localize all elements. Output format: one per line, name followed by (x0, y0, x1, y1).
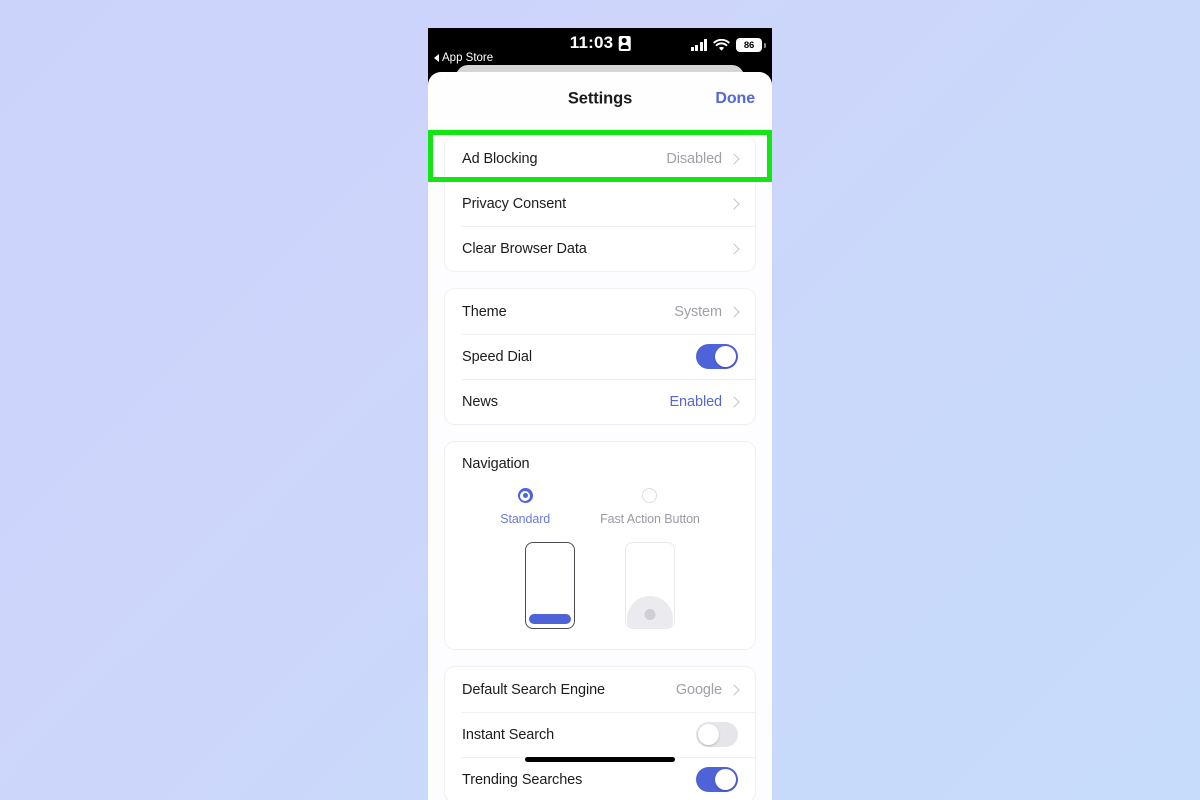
chevron-right-icon (728, 395, 740, 408)
nav-option-standard[interactable]: Standard (500, 488, 550, 526)
nav-option-label: Standard (500, 512, 551, 526)
chevron-right-icon (728, 305, 740, 318)
nav-option-fast-action-button[interactable]: Fast Action Button (600, 488, 700, 526)
row-accessory (696, 767, 738, 792)
instant-search-toggle[interactable] (696, 722, 738, 747)
row-news[interactable]: News Enabled (445, 379, 755, 424)
status-bar-time: 11:03 (569, 33, 614, 52)
row-label: Privacy Consent (462, 195, 567, 212)
row-instant-search[interactable]: Instant Search (445, 712, 755, 757)
radio-unselected-icon[interactable] (642, 488, 658, 503)
cellular-signal-icon (690, 39, 707, 51)
row-privacy-consent[interactable]: Privacy Consent (445, 181, 755, 226)
trending-searches-toggle[interactable] (696, 767, 738, 792)
row-accessory: System (674, 303, 740, 320)
row-value: System (674, 303, 722, 320)
chevron-right-icon (728, 152, 740, 165)
row-speed-dial[interactable]: Speed Dial (445, 334, 755, 379)
row-accessory: Google (675, 681, 740, 698)
preview-fast-action-button[interactable] (625, 542, 675, 629)
sheet-header: Settings Done (428, 72, 772, 125)
row-accessory (696, 722, 738, 747)
back-to-app-store-link[interactable]: App Store (434, 52, 493, 64)
privacy-settings-card: Ad Blocking Disabled Privacy Consent Cle… (444, 135, 756, 272)
navigation-card: Navigation Standard Fast Action Button (444, 441, 756, 650)
row-value: Enabled (669, 393, 722, 410)
battery-level-label: 86 (743, 39, 755, 51)
chevron-right-icon (728, 242, 740, 255)
status-bar-time-group: 11:03 (570, 33, 631, 53)
nav-option-label: Fast Action Button (600, 512, 700, 526)
row-label: Default Search Engine (462, 681, 605, 698)
row-label: Instant Search (462, 726, 555, 743)
row-accessory (728, 242, 740, 255)
row-accessory: Enabled (669, 393, 740, 410)
toggle-knob (698, 724, 719, 745)
row-label: Theme (462, 303, 507, 320)
row-label: Clear Browser Data (462, 240, 587, 257)
appearance-settings-card: Theme System Speed Dial News Enabled (444, 288, 756, 425)
row-label: Speed Dial (462, 348, 532, 365)
settings-scroll-area[interactable]: Ad Blocking Disabled Privacy Consent Cle… (428, 125, 772, 800)
row-clear-browser-data[interactable]: Clear Browser Data (445, 226, 755, 271)
row-value: Google (675, 681, 722, 698)
row-trending-searches[interactable]: Trending Searches (445, 757, 755, 800)
back-triangle-icon (434, 54, 439, 62)
speed-dial-toggle[interactable] (696, 344, 738, 369)
search-settings-card: Default Search Engine Google Instant Sea… (444, 666, 756, 800)
phone-frame: 11:03 App Store 86 Settings Done Ad Bloc… (428, 28, 772, 800)
toggle-knob (715, 769, 736, 790)
record-indicator-icon (618, 35, 631, 51)
navigation-previews (445, 542, 755, 629)
settings-sheet: Settings Done Ad Blocking Disabled Priva… (428, 72, 772, 800)
navigation-options: Standard Fast Action Button (445, 488, 755, 526)
row-value: Disabled (666, 150, 722, 167)
page-title: Settings (567, 89, 633, 107)
wifi-icon (713, 38, 730, 52)
row-accessory: Disabled (666, 150, 740, 167)
row-theme[interactable]: Theme System (445, 289, 755, 334)
chevron-right-icon (728, 683, 740, 696)
chevron-right-icon (728, 197, 740, 210)
done-button[interactable]: Done (715, 90, 755, 108)
navigation-section-title: Navigation (462, 456, 530, 472)
row-label: News (462, 393, 498, 410)
row-accessory (728, 197, 740, 210)
battery-icon: 86 (736, 38, 766, 52)
row-default-search-engine[interactable]: Default Search Engine Google (445, 667, 755, 712)
preview-standard-navigation[interactable] (525, 542, 575, 629)
radio-selected-icon[interactable] (517, 488, 533, 503)
toggle-knob (715, 346, 736, 367)
back-link-label: App Store (442, 52, 494, 64)
preview-fab-dot (644, 609, 656, 620)
row-label: Ad Blocking (462, 150, 538, 167)
status-bar-indicators: 86 (690, 38, 766, 52)
home-indicator (525, 757, 675, 762)
row-accessory (696, 344, 738, 369)
preview-bottom-bar (529, 614, 571, 624)
row-ad-blocking[interactable]: Ad Blocking Disabled (445, 136, 755, 181)
ios-status-bar: 11:03 App Store 86 (428, 28, 772, 68)
row-label: Trending Searches (462, 771, 583, 788)
